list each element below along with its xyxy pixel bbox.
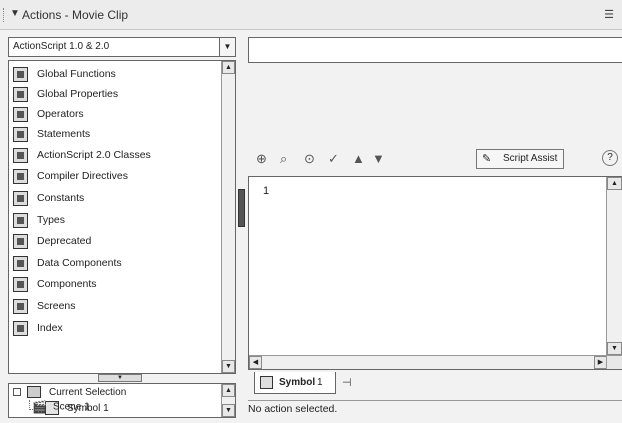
tree-item-scene[interactable]: 🎬 Scene 1: [32, 399, 90, 415]
book-icon: [13, 276, 28, 292]
toolbox-item-index[interactable]: Index: [13, 319, 213, 337]
toolbox-item-label: ActionScript 2.0 Classes: [37, 149, 151, 162]
status-bar: No action selected.: [248, 400, 622, 418]
book-icon: [13, 126, 28, 142]
insert-target-path-icon[interactable]: ⊙: [304, 151, 315, 167]
add-icon[interactable]: ⊕: [256, 151, 267, 167]
toolbox-item-types[interactable]: Types: [13, 211, 213, 229]
pin-script-icon[interactable]: ⊣: [342, 376, 352, 389]
toolbox-item-label: Types: [37, 214, 66, 227]
toolbox-item-label: Compiler Directives: [37, 170, 129, 183]
book-icon: [13, 233, 28, 249]
toolbox-divider[interactable]: ▼: [8, 374, 236, 383]
book-icon: [13, 66, 28, 82]
toolbox-item-label: Global Properties: [37, 88, 119, 101]
book-icon: [13, 106, 28, 122]
toolbox-item-global-functions[interactable]: Global Functions: [13, 65, 213, 83]
editor-horizontal-scrollbar[interactable]: ◀ ▶: [249, 355, 607, 369]
title-bar[interactable]: ▼ Actions - Movie Clip ☰: [0, 0, 622, 30]
script-assist-label: Script Assist: [503, 153, 558, 164]
toolbox-item-label: Components: [37, 278, 97, 291]
book-icon: [13, 190, 28, 206]
scene-icon: 🎬: [32, 400, 47, 414]
toolbox-item-label: Statements: [37, 128, 91, 141]
scroll-down-arrow-icon[interactable]: ▼: [222, 404, 235, 417]
toolbox-item-operators[interactable]: Operators: [13, 105, 213, 123]
script-assist-button[interactable]: ✎ Script Assist: [476, 149, 564, 169]
chevron-down-icon[interactable]: ▼: [219, 38, 235, 56]
selection-icon: [27, 386, 41, 399]
scroll-left-arrow-icon[interactable]: ◀: [249, 356, 262, 369]
toolbox-item-label: Index: [37, 322, 63, 335]
scroll-up-arrow-icon[interactable]: ▲: [607, 177, 622, 190]
scroll-down-arrow-icon[interactable]: ▼: [607, 342, 622, 355]
status-text: No action selected.: [248, 403, 338, 415]
scroll-down-arrow-icon[interactable]: ▼: [222, 360, 235, 373]
check-syntax-icon[interactable]: ✓: [328, 151, 339, 167]
line-number: 1: [263, 185, 270, 197]
toolbox-item-label: Operators: [37, 108, 84, 121]
book-icon: [13, 255, 28, 271]
wand-icon: ✎: [482, 153, 492, 165]
toolbox-item-data-components[interactable]: Data Components: [13, 254, 213, 272]
editor-vertical-scrollbar[interactable]: ▲ ▼: [606, 177, 622, 355]
book-icon: [13, 147, 28, 163]
panel-title: Actions - Movie Clip: [22, 8, 129, 22]
tab-symbol-1[interactable]: Symbol 1: [254, 372, 336, 394]
script-editor[interactable]: 1 ▲ ▼ ◀ ▶: [248, 176, 622, 370]
panel-options-icon[interactable]: ☰: [604, 8, 614, 21]
scroll-up-arrow-icon[interactable]: ▲: [222, 384, 235, 397]
book-icon: [13, 212, 28, 228]
toolbox-item-compiler-directives[interactable]: Compiler Directives: [13, 167, 213, 185]
collapse-toggle-icon[interactable]: ▼: [98, 374, 142, 382]
up-arrow-icon[interactable]: ▲: [352, 151, 365, 166]
help-icon[interactable]: ?: [602, 150, 618, 166]
tree-expander-icon[interactable]: [13, 388, 21, 397]
panel-grip[interactable]: [3, 8, 5, 22]
actionscript-version-select[interactable]: ActionScript 1.0 & 2.0 ▼: [8, 37, 236, 57]
movie-clip-symbol-icon: [260, 376, 273, 389]
find-icon[interactable]: ⌕: [280, 151, 287, 167]
tree-item-label: Current Selection: [49, 387, 127, 398]
toolbox-item-constants[interactable]: Constants: [13, 189, 213, 207]
book-icon: [13, 320, 28, 336]
book-icon: [13, 86, 28, 102]
toolbox-item-label: Data Components: [37, 257, 122, 270]
actions-panel: ▼ Actions - Movie Clip ☰ ActionScript 1.…: [0, 0, 622, 423]
toolbox-item-label: Constants: [37, 192, 85, 205]
tab-number: 1: [317, 377, 323, 388]
tab-label: Symbol: [279, 377, 316, 388]
toolbox-item-as2-classes[interactable]: ActionScript 2.0 Classes: [13, 146, 213, 164]
toolbox-item-deprecated[interactable]: Deprecated: [13, 232, 213, 250]
version-selected-value: ActionScript 1.0 & 2.0: [13, 41, 110, 52]
toolbox-item-statements[interactable]: Statements: [13, 125, 213, 143]
toolbox-item-global-properties[interactable]: Global Properties: [13, 85, 213, 103]
toolbox-item-components[interactable]: Components: [13, 275, 213, 293]
toolbox-item-label: Global Functions: [37, 68, 116, 81]
down-arrow-icon[interactable]: ▼: [372, 151, 385, 166]
scroll-up-arrow-icon[interactable]: ▲: [222, 61, 235, 74]
scrollbar-corner: [606, 355, 622, 369]
toolbox-item-label: Deprecated: [37, 235, 92, 248]
script-tabs: Symbol 1 ⊣: [248, 372, 622, 396]
actions-toolbox-column: ActionScript 1.0 & 2.0 ▼ Global Function…: [8, 37, 236, 418]
tree-item-label: Scene 1: [52, 401, 90, 413]
editor-toolbar: ⊕ ⌕ ⊙ ✓ ▲ ▼ ✎ Script Assist ?: [248, 148, 622, 172]
pane-splitter[interactable]: [238, 37, 246, 418]
toolbox-item-screens[interactable]: Screens: [13, 297, 213, 315]
toolbox-item-label: Screens: [37, 300, 76, 313]
navigator-scrollbar[interactable]: ▲ ▼: [221, 384, 235, 417]
toolbox-scrollbar[interactable]: ▲ ▼: [221, 61, 235, 373]
book-icon: [13, 168, 28, 184]
splitter-handle[interactable]: [238, 189, 245, 227]
book-icon: [13, 298, 28, 314]
actions-toolbox-list: Global Functions Global Properties Opera…: [8, 60, 236, 374]
parameters-area[interactable]: [248, 37, 622, 63]
collapse-arrow-icon[interactable]: ▼: [10, 8, 20, 19]
